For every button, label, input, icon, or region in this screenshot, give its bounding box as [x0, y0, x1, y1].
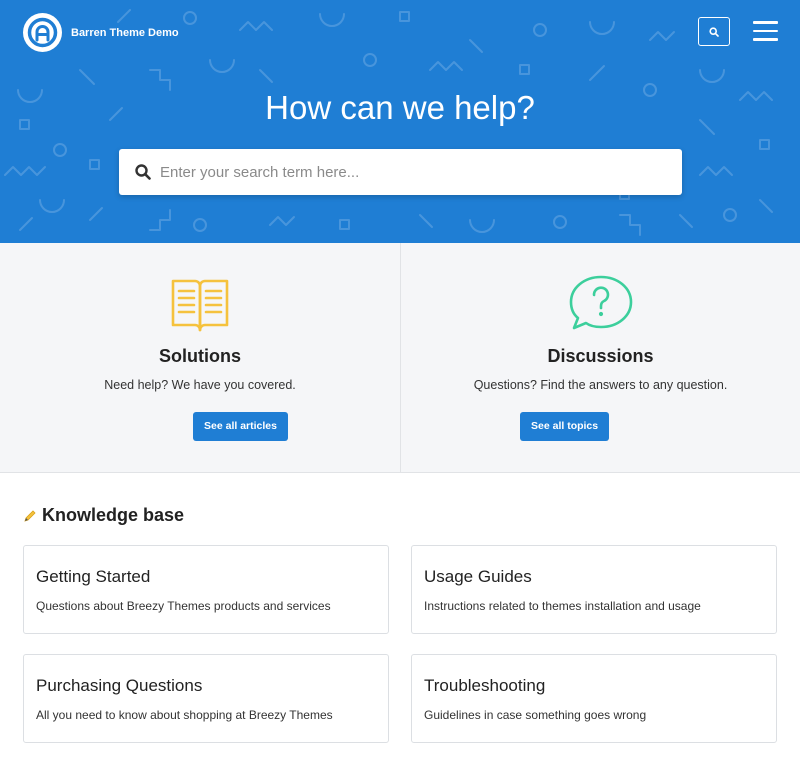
brand-name: Barren Theme Demo [71, 26, 179, 39]
brand-logo-icon [23, 13, 62, 52]
category-description: Questions about Breezy Themes products a… [36, 599, 331, 613]
section-title: Knowledge base [42, 505, 185, 525]
hero-banner: Barren Theme Demo How can we help? [0, 0, 800, 243]
category-title: Getting Started [36, 567, 151, 586]
see-all-topics-button[interactable]: See all topics [520, 412, 610, 441]
brand[interactable]: Barren Theme Demo [23, 13, 179, 52]
hero-title: How can we help? [265, 89, 535, 126]
category-card-troubleshooting[interactable]: Troubleshooting Guidelines in case somet… [411, 654, 777, 743]
see-all-articles-button[interactable]: See all articles [193, 412, 288, 441]
support-panels: Solutions Need help? We have you covered… [0, 243, 800, 473]
discussions-panel: Discussions Questions? Find the answers … [400, 243, 800, 472]
open-book-icon [0, 273, 400, 333]
category-title: Troubleshooting [424, 676, 546, 695]
hero-search-bar[interactable] [119, 149, 682, 195]
panel-description: Need help? We have you covered. [104, 378, 296, 392]
hamburger-menu-icon[interactable] [753, 21, 778, 41]
panel-description: Questions? Find the answers to any quest… [473, 378, 728, 392]
category-description: Guidelines in case something goes wrong [424, 708, 647, 722]
category-description: All you need to know about shopping at B… [36, 708, 333, 722]
solutions-panel: Solutions Need help? We have you covered… [0, 243, 400, 472]
search-input[interactable] [160, 157, 660, 187]
panel-title: Discussions [547, 346, 654, 366]
pencil-icon [24, 509, 36, 522]
question-speech-bubble-icon [401, 273, 800, 333]
category-description: Instructions related to themes installat… [424, 599, 701, 613]
category-title: Purchasing Questions [36, 676, 203, 695]
category-title: Usage Guides [424, 567, 532, 586]
category-card-getting-started[interactable]: Getting Started Questions about Breezy T… [23, 545, 389, 634]
search-icon [135, 163, 153, 181]
search-icon [709, 26, 719, 37]
category-card-usage-guides[interactable]: Usage Guides Instructions related to the… [411, 545, 777, 634]
knowledge-base-heading: Knowledge base [23, 505, 184, 526]
panel-title: Solutions [159, 346, 241, 366]
category-card-purchasing-questions[interactable]: Purchasing Questions All you need to kno… [23, 654, 389, 743]
header-search-button[interactable] [698, 17, 730, 46]
